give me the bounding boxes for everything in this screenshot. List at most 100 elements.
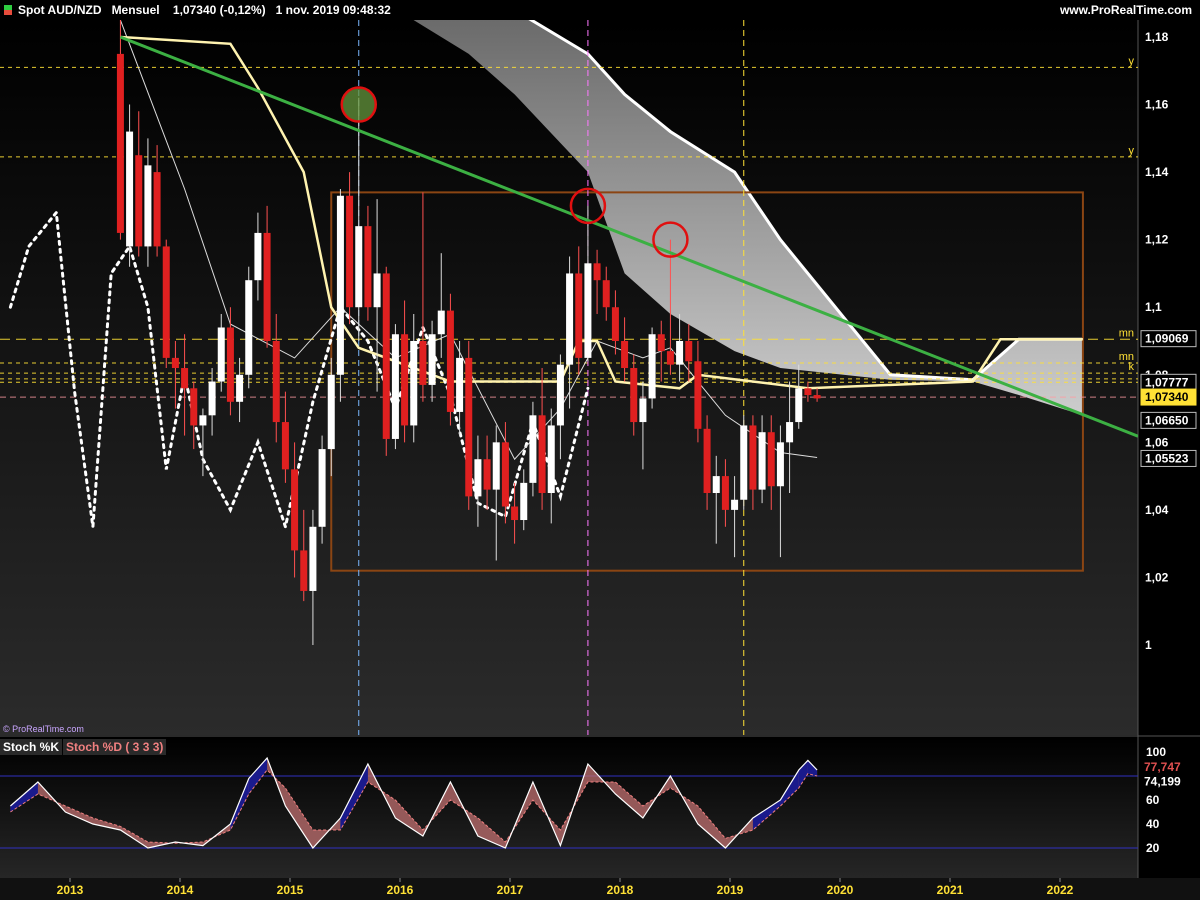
x-tick-label: 2013 [57, 883, 84, 897]
price-tick-label: 1,02 [1145, 570, 1169, 584]
candle-body [795, 388, 803, 423]
candle-body [520, 482, 528, 521]
level-label: k [1129, 361, 1135, 373]
candle-body [740, 425, 748, 500]
level-label: y [1129, 55, 1135, 67]
candle-body [327, 374, 335, 450]
price-tick-label: 1,06 [1145, 435, 1169, 449]
candle-body [621, 341, 629, 369]
stoch-legend-item[interactable]: Stoch %K [0, 739, 63, 755]
x-tick-label: 2014 [167, 883, 194, 897]
candle-body [144, 165, 152, 247]
candle-body [364, 226, 372, 308]
candle-body [813, 395, 821, 399]
x-tick-label: 2019 [717, 883, 744, 897]
candle-body [382, 273, 390, 439]
candle-body [666, 351, 674, 365]
price-tick-label: 1,1 [1145, 300, 1162, 314]
candle-body [483, 459, 491, 490]
level-label: mn [1119, 327, 1134, 339]
candle-body [511, 506, 519, 521]
candle-body [281, 422, 289, 470]
candle-body [318, 449, 326, 527]
candle-body [199, 415, 207, 426]
candle-body [300, 550, 308, 591]
price-label: 1,05523 [1145, 451, 1189, 465]
price-label: 1,07340 [1145, 390, 1189, 404]
candle-body [602, 280, 610, 308]
stoch-value-label: 77,747 [1144, 760, 1181, 774]
candle-body [217, 327, 225, 382]
stoch-legend: Stoch %K Stoch %D ( 3 3 3) [0, 739, 167, 755]
price-tick-label: 1,04 [1145, 503, 1169, 517]
candle-body [116, 53, 124, 233]
highlight-circle [340, 86, 377, 123]
candle-body [593, 263, 601, 281]
price-tick-label: 1,14 [1145, 165, 1169, 179]
candle-body [309, 526, 317, 591]
candle-body [731, 499, 739, 510]
x-tick-label: 2020 [827, 883, 854, 897]
x-tick-label: 2018 [607, 883, 634, 897]
stoch-legend-item[interactable]: Stoch %D ( 3 3 3) [63, 739, 167, 755]
candle-body [181, 368, 189, 389]
price-tick-label: 1,12 [1145, 233, 1169, 247]
candle-body [162, 246, 170, 358]
candle-body [465, 357, 473, 497]
candle-body [767, 432, 775, 487]
candle-body [135, 155, 143, 247]
candle-body [776, 442, 784, 487]
candle-body [291, 469, 299, 551]
copyright: © ProRealTime.com [3, 724, 84, 734]
candle-body [648, 334, 656, 399]
candle-body [584, 263, 592, 358]
candle-body [749, 425, 757, 490]
stoch-tick-label: 60 [1146, 793, 1160, 807]
stoch-tick-label: 40 [1146, 817, 1160, 831]
x-tick-label: 2021 [937, 883, 964, 897]
candle-body [263, 232, 271, 341]
candle-body [703, 428, 711, 493]
candle-body [575, 273, 583, 358]
price-tick-label: 1,18 [1145, 30, 1169, 44]
candle-body [391, 334, 399, 439]
candle-body [428, 334, 436, 385]
price-label: 1,09069 [1145, 332, 1189, 346]
candle-body [190, 388, 198, 426]
x-tick-label: 2016 [387, 883, 414, 897]
candle-body [226, 327, 234, 402]
candle-body [501, 442, 509, 507]
candle-body [492, 442, 500, 490]
candle-body [373, 273, 381, 308]
candle-body [153, 172, 161, 247]
candle-body [786, 422, 794, 443]
candle-body [437, 310, 445, 335]
candle-body [272, 341, 280, 423]
candle-body [236, 374, 244, 402]
candle-body [630, 368, 638, 423]
stoch-plot-area [0, 738, 1138, 878]
candle-body [410, 341, 418, 426]
price-tick-label: 1,16 [1145, 98, 1169, 112]
stoch-value-label: 74,199 [1144, 774, 1181, 788]
candle-body [245, 280, 253, 375]
level-label: y [1129, 145, 1135, 157]
candle-body [171, 357, 179, 369]
x-tick-label: 2022 [1047, 883, 1074, 897]
candle-body [474, 459, 482, 497]
candle-body [446, 310, 454, 412]
candle-body [346, 195, 354, 308]
candle-body [126, 131, 134, 247]
price-chart[interactable]: yymnmnk1,181,161,141,121,11,081,061,041,… [0, 0, 1200, 900]
x-tick-label: 2015 [277, 883, 304, 897]
candle-body [566, 273, 574, 365]
price-label: 1,06650 [1145, 413, 1189, 427]
candle-body [538, 415, 546, 493]
price-tick-label: 1 [1145, 638, 1152, 652]
candle-body [712, 476, 720, 493]
candle-body [419, 341, 427, 385]
candle-body [804, 388, 812, 396]
candle-body [676, 341, 684, 365]
price-label: 1,07777 [1145, 375, 1189, 389]
candle-body [355, 226, 363, 308]
